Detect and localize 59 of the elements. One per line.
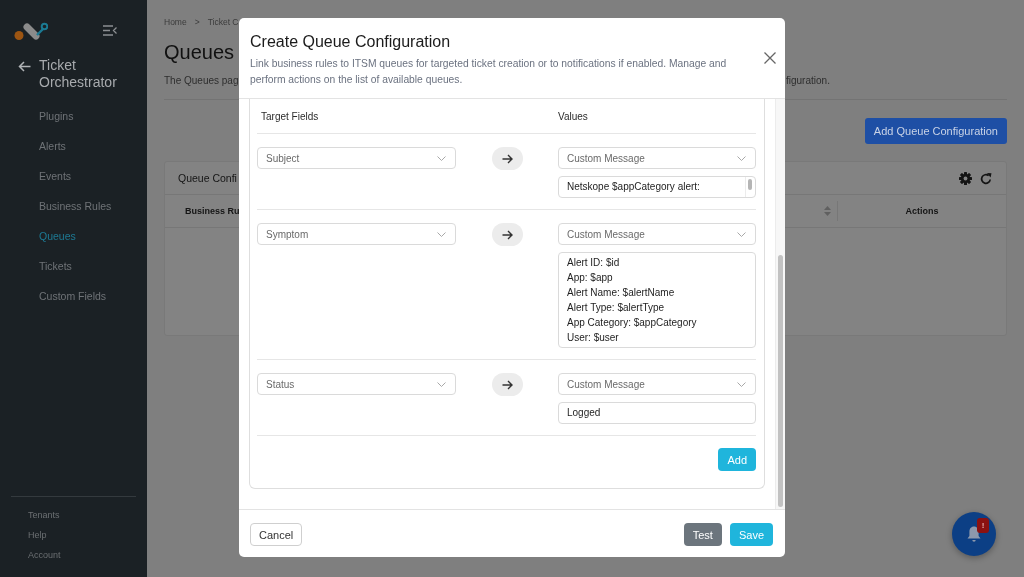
message-input[interactable]: Logged [558, 402, 756, 424]
refresh-icon[interactable] [980, 171, 992, 185]
column-header: Target Fields [260, 110, 319, 122]
dialog-description: Link business rules to ITSM queues for targeted ticket creation or to notifications if enabled. Manage and perform actions on the list of available queues. [250, 57, 728, 87]
column-header: Values [558, 110, 588, 122]
sidebar-item[interactable]: Tickets [0, 251, 72, 281]
message-textarea[interactable]: Alert ID: $id App: $app Alert Name: $alertName Alert Type: $alertType App Category: $appCategory User: $user [558, 252, 756, 348]
chevron-down-icon [737, 231, 746, 237]
logo-icon [14, 21, 48, 40]
breadcrumb-link[interactable]: Home [164, 17, 187, 27]
arrow-right-icon [501, 229, 513, 240]
sidebar-footer-link[interactable]: Help [28, 525, 47, 545]
sidebar-item[interactable]: Custom Fields [0, 281, 107, 311]
dialog-title: Create Queue Configuration [250, 32, 452, 52]
back-arrow-icon[interactable] [18, 61, 31, 72]
target-field-select[interactable]: Subject [257, 147, 456, 169]
column-header: Business Ru [185, 206, 240, 216]
sidebar-item[interactable]: Plugins [0, 101, 74, 131]
sidebar-footer-link[interactable]: Tenants [28, 505, 60, 525]
test-button[interactable]: Test [683, 523, 722, 546]
sidebar-footer-link[interactable]: Account [28, 545, 61, 565]
sidebar-item[interactable]: Business Rules [0, 191, 112, 221]
chevron-down-icon [737, 155, 746, 161]
add-queue-configuration-button[interactable]: Add Queue Configuration [864, 118, 1007, 144]
page-title: Queues [164, 40, 235, 64]
arrow-right-icon [501, 153, 513, 164]
bell-icon [966, 525, 982, 543]
menu-collapse-icon[interactable] [103, 25, 117, 36]
chevron-down-icon [437, 381, 446, 387]
target-field-select[interactable]: Symptom [257, 223, 456, 245]
breadcrumb-separator: > [194, 17, 200, 27]
card-title: Queue Confi [178, 172, 237, 184]
add-button[interactable]: Add [718, 448, 756, 471]
chevron-down-icon [737, 381, 746, 387]
scrollbar-thumb[interactable] [778, 255, 783, 507]
target-field-select[interactable]: Status [257, 373, 456, 395]
map-arrow-button[interactable] [491, 373, 523, 396]
chevron-down-icon [437, 155, 446, 161]
scrollbar-thumb[interactable] [748, 179, 752, 190]
page-description: figuration. [786, 74, 830, 88]
map-arrow-button[interactable] [491, 147, 523, 170]
value-source-select[interactable]: Custom Message [558, 223, 756, 245]
chevron-down-icon [437, 231, 446, 237]
sidebar-item[interactable]: Events [0, 161, 72, 191]
save-button[interactable]: Save [729, 523, 773, 546]
message-textarea[interactable]: Netskope $appCategory alert: [558, 176, 756, 198]
settings-icon[interactable] [959, 171, 972, 185]
arrow-right-icon [501, 379, 513, 390]
close-icon[interactable] [764, 52, 776, 64]
value-source-select[interactable]: Custom Message [558, 373, 756, 395]
notification-badge: ! [977, 518, 989, 533]
column-header: Actions [905, 206, 939, 216]
cancel-button[interactable]: Cancel [250, 523, 303, 546]
page-description: The Queues pag [164, 74, 239, 88]
app-title: Ticket Orchestrator [39, 57, 118, 91]
sidebar-item[interactable]: Queues [0, 221, 76, 251]
map-arrow-button[interactable] [491, 223, 523, 246]
sidebar-item[interactable]: Alerts [0, 131, 66, 161]
value-source-select[interactable]: Custom Message [558, 147, 756, 169]
